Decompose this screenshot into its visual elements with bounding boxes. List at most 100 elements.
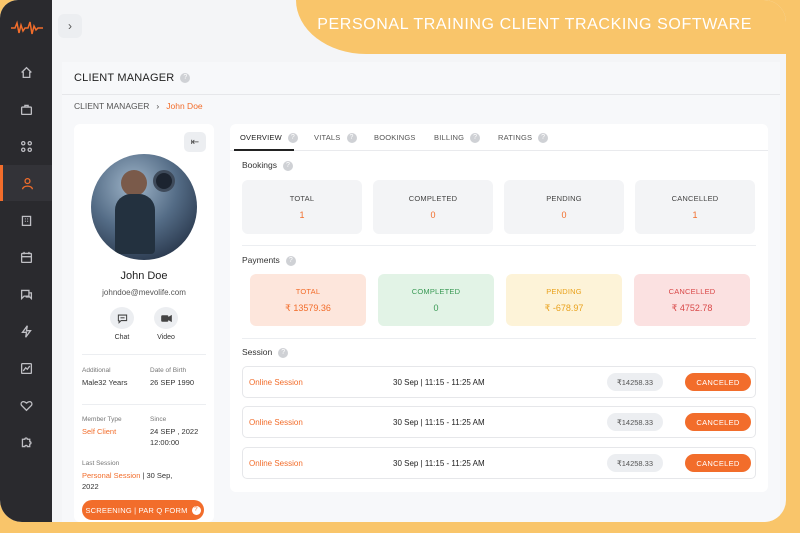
sidebar-item-messages[interactable] bbox=[0, 276, 52, 312]
session-amount: ₹14258.33 bbox=[607, 413, 663, 431]
additional-label: Additional bbox=[82, 367, 111, 374]
payments-completed-card: COMPLETED 0 bbox=[378, 274, 494, 326]
building-icon bbox=[21, 215, 31, 226]
profile-divider bbox=[82, 354, 206, 355]
overview-panel: OVERVIEW? VITALS? BOOKINGS BILLING? RATI… bbox=[230, 124, 768, 492]
card-value: ₹ 13579.36 bbox=[285, 302, 331, 313]
report-icon bbox=[20, 362, 32, 374]
session-type[interactable]: Online Session bbox=[249, 378, 303, 387]
session-row[interactable]: Online Session 30 Sep | 11:15 - 11:25 AM… bbox=[242, 447, 756, 479]
since-value-time: 12:00:00 bbox=[150, 438, 180, 447]
sidebar-item-calendar[interactable] bbox=[0, 239, 52, 275]
session-type[interactable]: Online Session bbox=[249, 418, 303, 427]
help-icon: ? bbox=[278, 347, 289, 358]
last-session-year: 2022 bbox=[82, 482, 99, 491]
session-row[interactable]: Online Session 30 Sep | 11:15 - 11:25 AM… bbox=[242, 406, 756, 438]
bookings-cancelled-card: CANCELLED 1 bbox=[635, 180, 755, 234]
session-heading: Session? bbox=[242, 347, 289, 358]
card-label: PENDING bbox=[546, 286, 582, 296]
main-panel: CLIENT MANAGER? CLIENT MANAGER › John Doe … bbox=[62, 62, 780, 522]
session-time: 30 Sep | 11:15 - 11:25 AM bbox=[393, 459, 485, 468]
sidebar-item-business[interactable] bbox=[0, 91, 52, 127]
screening-form-button[interactable]: SCREENING | PAR Q FORM? bbox=[82, 500, 204, 520]
tab-vitals[interactable]: VITALS? bbox=[314, 133, 357, 144]
page-title: CLIENT MANAGER? bbox=[74, 72, 191, 84]
app-window: PERSONAL TRAINING CLIENT TRACKING SOFTWA… bbox=[0, 0, 786, 522]
card-value: 0 bbox=[433, 303, 439, 313]
collapse-left-icon: ⇤ bbox=[190, 136, 200, 148]
card-label: COMPLETED bbox=[408, 194, 458, 203]
tab-billing-label: BILLING bbox=[434, 133, 465, 142]
breadcrumb: CLIENT MANAGER › John Doe bbox=[74, 101, 203, 111]
payments-total-card: TOTAL ₹ 13579.36 bbox=[250, 274, 366, 326]
payments-title: Payments bbox=[242, 255, 280, 265]
card-label: CANCELLED bbox=[671, 194, 719, 203]
sidebar-item-integrations[interactable] bbox=[0, 424, 52, 460]
client-email: johndoe@mevolife.com bbox=[102, 288, 186, 297]
tab-ratings[interactable]: RATINGS? bbox=[498, 133, 549, 144]
session-status-button[interactable]: CANCELED bbox=[685, 454, 751, 472]
card-label: CANCELLED bbox=[668, 286, 716, 296]
collapse-profile-button[interactable]: ⇤ bbox=[184, 132, 206, 152]
section-divider bbox=[242, 338, 756, 339]
home-icon bbox=[20, 66, 32, 78]
tab-bookings-label: BOOKINGS bbox=[374, 133, 416, 142]
session-status-button[interactable]: CANCELED bbox=[685, 413, 751, 431]
session-status-button[interactable]: CANCELED bbox=[685, 373, 751, 391]
sidebar-item-favorites[interactable] bbox=[0, 387, 52, 423]
video-button[interactable] bbox=[154, 307, 178, 329]
client-profile-card: ⇤ John Doe johndoe@mevolife.com Chat Vid… bbox=[74, 124, 214, 522]
sidebar-item-home[interactable] bbox=[0, 54, 52, 90]
tab-overview-label: OVERVIEW bbox=[240, 133, 282, 142]
payments-pending-card: PENDING ₹ -678.97 bbox=[506, 274, 622, 326]
tab-overview[interactable]: OVERVIEW? bbox=[240, 133, 298, 144]
last-session-type[interactable]: Personal Session bbox=[82, 471, 140, 480]
breadcrumb-root[interactable]: CLIENT MANAGER bbox=[74, 101, 149, 111]
help-icon[interactable]: ? bbox=[180, 73, 191, 84]
bolt-icon bbox=[20, 324, 32, 338]
session-row[interactable]: Online Session 30 Sep | 11:15 - 11:25 AM… bbox=[242, 366, 756, 398]
sidebar-item-apps[interactable] bbox=[0, 128, 52, 164]
video-label: Video bbox=[157, 334, 175, 341]
breadcrumb-current: John Doe bbox=[166, 101, 203, 111]
chevron-right-icon: › bbox=[68, 19, 72, 33]
card-label: TOTAL bbox=[289, 194, 315, 203]
chat-icon bbox=[117, 314, 127, 324]
logo-icon bbox=[11, 20, 43, 35]
card-value: 1 bbox=[692, 210, 698, 220]
tab-billing[interactable]: BILLING? bbox=[434, 133, 481, 144]
help-icon: ? bbox=[538, 133, 549, 144]
bookings-heading: Bookings? bbox=[242, 160, 293, 171]
card-value: 0 bbox=[430, 210, 436, 220]
session-amount: ₹14258.33 bbox=[607, 454, 663, 472]
last-session-label: Last Session bbox=[82, 460, 120, 467]
session-time: 30 Sep | 11:15 - 11:25 AM bbox=[393, 378, 485, 387]
bookings-total-card: TOTAL 1 bbox=[242, 180, 362, 234]
bookings-pending-card: PENDING 0 bbox=[504, 180, 624, 234]
sidebar-item-reports[interactable] bbox=[0, 350, 52, 386]
expand-sidebar-button[interactable]: › bbox=[58, 14, 82, 38]
sidebar-item-facilities[interactable] bbox=[0, 202, 52, 238]
sidebar-item-activity[interactable] bbox=[0, 313, 52, 349]
since-value-date: 24 SEP , 2022 bbox=[150, 427, 199, 436]
session-title: Session bbox=[242, 347, 273, 357]
last-session-date: | 30 Sep, bbox=[140, 471, 173, 480]
bookings-title: Bookings bbox=[242, 160, 277, 170]
help-icon: ? bbox=[470, 133, 481, 144]
card-label: TOTAL bbox=[295, 286, 321, 296]
apps-icon bbox=[20, 140, 32, 152]
help-icon: ? bbox=[285, 255, 296, 266]
since-label: Since bbox=[150, 416, 167, 423]
member-type-value: Self Client bbox=[82, 427, 117, 436]
active-tab-indicator bbox=[234, 149, 294, 151]
help-icon: ? bbox=[191, 505, 201, 515]
session-time: 30 Sep | 11:15 - 11:25 AM bbox=[393, 418, 485, 427]
client-name: John Doe bbox=[120, 270, 168, 282]
tab-ratings-label: RATINGS bbox=[498, 133, 533, 142]
chat-button[interactable] bbox=[110, 307, 134, 329]
session-type[interactable]: Online Session bbox=[249, 459, 303, 468]
calendar-icon bbox=[20, 251, 32, 263]
tab-bookings[interactable]: BOOKINGS bbox=[374, 133, 416, 142]
sidebar-item-clients[interactable] bbox=[0, 165, 52, 201]
video-icon bbox=[160, 314, 172, 322]
